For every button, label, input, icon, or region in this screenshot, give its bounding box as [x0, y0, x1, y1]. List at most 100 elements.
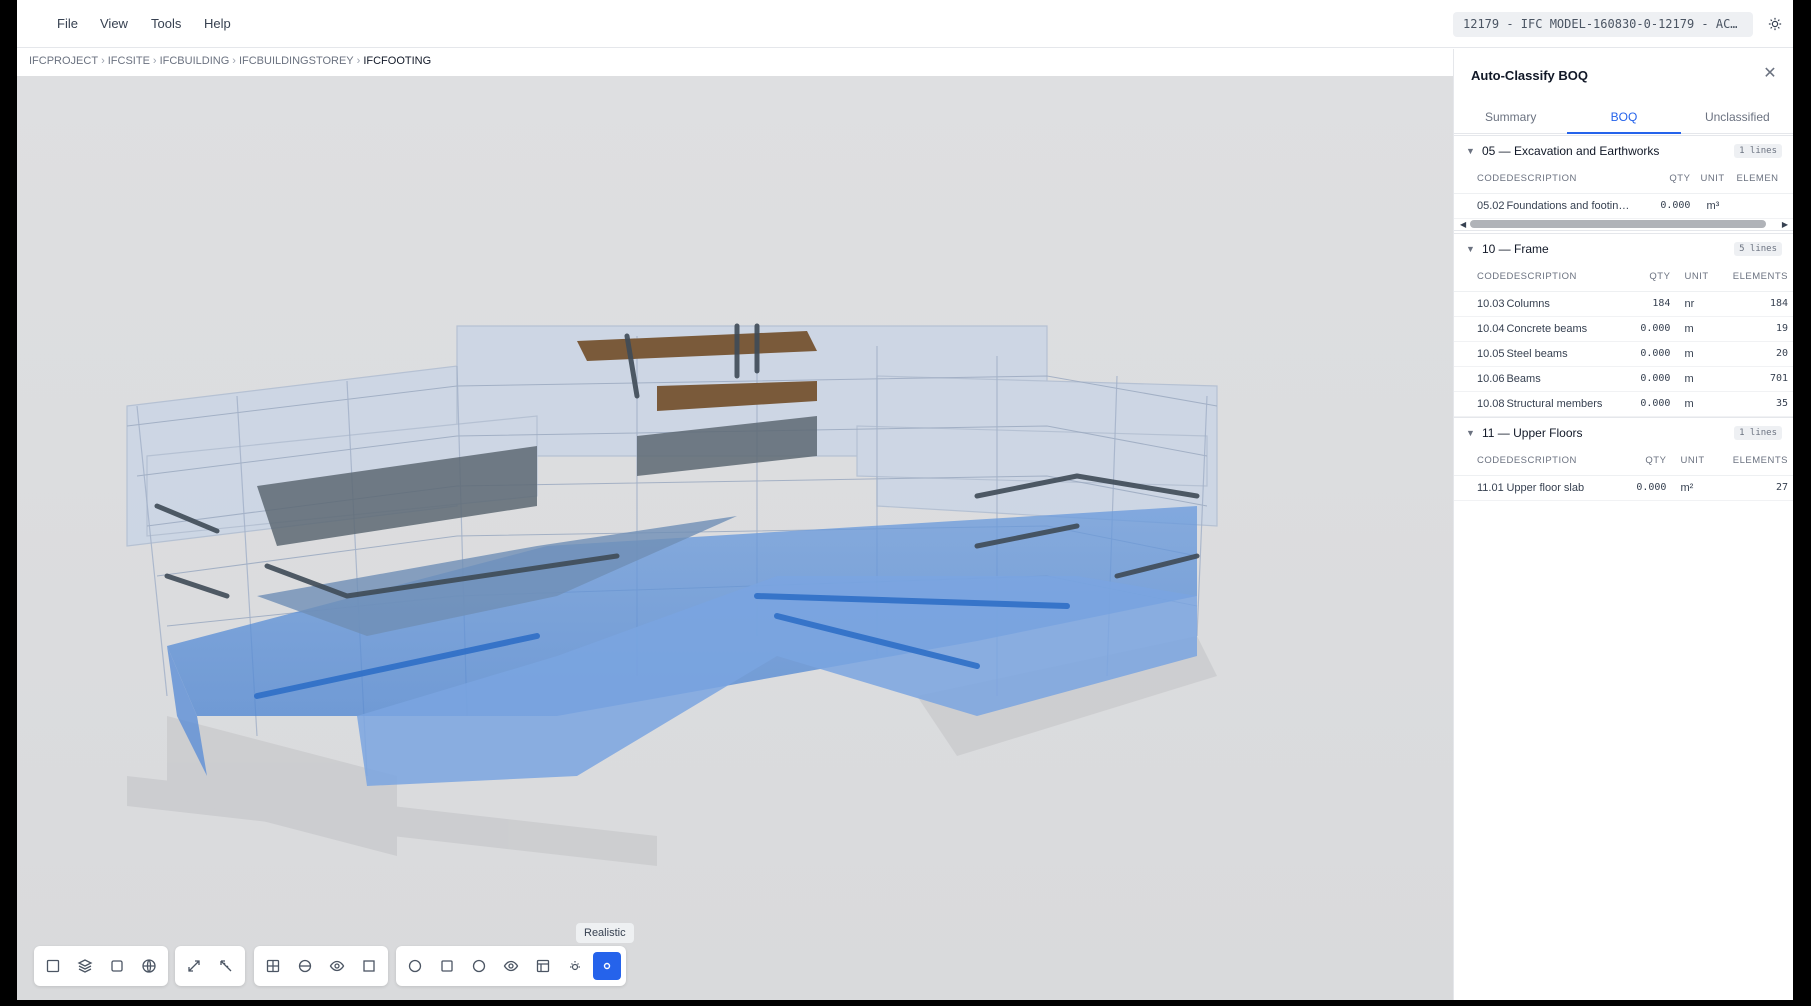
cell-qty: 0.000 — [1628, 366, 1671, 392]
cell-unit: nr — [1670, 291, 1719, 317]
menu-help[interactable]: Help — [204, 16, 231, 31]
table-row[interactable]: 10.04 Concrete beams 0.000 m 19 — [1454, 316, 1793, 342]
toolbar-group-view — [254, 946, 388, 986]
screen-border-right — [1793, 0, 1811, 1006]
menu-view[interactable]: View — [100, 16, 128, 31]
close-icon[interactable]: ✕ — [1761, 65, 1779, 83]
breadcrumb-item-current[interactable]: IFCFOOTING — [363, 55, 431, 67]
cell-description: Structural members — [1506, 391, 1629, 417]
cell-qty: 0.000 — [1628, 341, 1671, 367]
3d-viewport[interactable]: Realistic — [17, 76, 1453, 1000]
table-row[interactable]: 05.02 Foundations and footin… 0.000 m³ — [1454, 193, 1793, 219]
theme-toggle-button[interactable] — [1761, 10, 1789, 38]
cell-elements: 20 — [1718, 341, 1793, 367]
toolbar-group-render — [396, 946, 626, 986]
cell-unit: m — [1670, 366, 1719, 392]
toolbar-group-navigate — [175, 946, 245, 986]
table-row[interactable]: 10.06 Beams 0.000 m 701 — [1454, 366, 1793, 392]
section-title: 05 — Excavation and Earthworks — [1482, 143, 1660, 158]
screen-border-bottom — [0, 1000, 1811, 1006]
column-header[interactable]: QTY — [1646, 165, 1691, 194]
column-header[interactable]: UNIT — [1670, 263, 1719, 292]
grid-icon[interactable] — [259, 952, 287, 980]
cell-elements: 35 — [1718, 391, 1793, 417]
eye-icon[interactable] — [323, 952, 351, 980]
expand-icon[interactable] — [180, 952, 208, 980]
cell-unit: m — [1670, 391, 1719, 417]
menu-tools[interactable]: Tools — [151, 16, 181, 31]
column-header[interactable]: ELEMEN — [1728, 165, 1793, 194]
column-header[interactable]: ELEMENTS — [1714, 447, 1793, 476]
panel-title: Auto-Classify BOQ — [1471, 68, 1589, 83]
menu-bar: File View Tools Help 12179 - IFC MODEL-1… — [17, 0, 1793, 48]
building-model[interactable] — [17, 76, 1453, 1000]
scroll-thumb[interactable] — [1470, 220, 1766, 228]
column-header[interactable]: DESCRIPTION — [1506, 165, 1647, 194]
cell-elements: 184 — [1718, 291, 1793, 317]
table-row[interactable]: 10.08 Structural members 0.000 m 35 — [1454, 391, 1793, 417]
circle-icon[interactable] — [401, 952, 429, 980]
cell-elements — [1728, 193, 1793, 219]
column-header[interactable]: CODE — [1454, 447, 1507, 476]
column-header[interactable]: ELEMENTS — [1718, 263, 1793, 292]
circle-icon[interactable] — [465, 952, 493, 980]
cell-description: Concrete beams — [1506, 316, 1629, 342]
layers-icon[interactable] — [71, 952, 99, 980]
breadcrumb-item[interactable]: IFCSITE — [108, 55, 150, 67]
square-icon[interactable] — [355, 952, 383, 980]
scroll-right-icon[interactable]: ▶ — [1782, 220, 1788, 229]
column-header[interactable]: DESCRIPTION — [1506, 447, 1617, 476]
model-title: 12179 - IFC MODEL-160830-0-12179 - AC… — [1453, 12, 1753, 37]
eye-icon[interactable] — [497, 952, 525, 980]
section-header[interactable]: ▼ 10 — Frame 5 lines — [1454, 233, 1793, 263]
cell-description: Upper floor slab — [1506, 475, 1617, 501]
column-header[interactable]: DESCRIPTION — [1506, 263, 1629, 292]
chevron-down-icon: ▼ — [1466, 243, 1475, 254]
cell-unit: m — [1670, 341, 1719, 367]
tab-summary[interactable]: Summary — [1454, 101, 1567, 133]
cell-qty: 0.000 — [1616, 475, 1667, 501]
horizontal-scrollbar[interactable]: ◀ ▶ — [1454, 219, 1793, 231]
scroll-left-icon[interactable]: ◀ — [1460, 220, 1466, 229]
cell-code: 05.02 — [1454, 193, 1507, 219]
boq-panel: Auto-Classify BOQ ✕ Summary BOQ Unclassi… — [1453, 49, 1793, 1000]
cell-description: Steel beams — [1506, 341, 1629, 367]
boq-table: CODE DESCRIPTION QTY UNIT ELEMENTS 11.01… — [1454, 447, 1793, 501]
cell-qty: 184 — [1628, 291, 1671, 317]
section-header[interactable]: ▼ 05 — Excavation and Earthworks 1 lines — [1454, 135, 1793, 165]
layout-icon[interactable] — [529, 952, 557, 980]
sun-icon[interactable] — [561, 952, 589, 980]
breadcrumb-item[interactable]: IFCBUILDING — [160, 55, 230, 67]
table-row[interactable]: 11.01 Upper floor slab 0.000 m² 27 — [1454, 475, 1793, 501]
column-header[interactable]: QTY — [1616, 447, 1667, 476]
cell-unit: m — [1670, 316, 1719, 342]
boq-table: CODE DESCRIPTION QTY UNIT ELEMEN 05.02 F… — [1454, 165, 1793, 219]
section-title: 10 — Frame — [1482, 241, 1549, 256]
tab-unclassified[interactable]: Unclassified — [1681, 101, 1793, 133]
menu-file[interactable]: File — [57, 16, 78, 31]
column-header[interactable]: UNIT — [1666, 447, 1715, 476]
column-header[interactable]: UNIT — [1690, 165, 1729, 194]
toolbar-group-select — [34, 946, 168, 986]
breadcrumb-item[interactable]: IFCPROJECT — [29, 55, 98, 67]
line-count-badge: 1 lines — [1734, 425, 1782, 440]
realistic-icon[interactable] — [593, 952, 621, 980]
cell-code: 10.05 — [1454, 341, 1507, 367]
column-header[interactable]: CODE — [1454, 263, 1507, 292]
cell-elements: 701 — [1718, 366, 1793, 392]
section-header[interactable]: ▼ 11 — Upper Floors 1 lines — [1454, 417, 1793, 447]
table-row[interactable]: 10.03 Columns 184 nr 184 — [1454, 291, 1793, 317]
section-icon[interactable] — [291, 952, 319, 980]
column-header[interactable]: CODE — [1454, 165, 1507, 194]
table-row[interactable]: 10.05 Steel beams 0.000 m 20 — [1454, 341, 1793, 367]
breadcrumb-item[interactable]: IFCBUILDINGSTOREY — [239, 55, 354, 67]
cell-code: 10.06 — [1454, 366, 1507, 392]
select-icon[interactable] — [39, 952, 67, 980]
cell-qty: 0.000 — [1646, 193, 1691, 219]
box-icon[interactable] — [103, 952, 131, 980]
measure-icon[interactable] — [212, 952, 240, 980]
square-icon[interactable] — [433, 952, 461, 980]
tab-boq[interactable]: BOQ — [1567, 101, 1681, 134]
globe-icon[interactable] — [135, 952, 163, 980]
column-header[interactable]: QTY — [1628, 263, 1671, 292]
